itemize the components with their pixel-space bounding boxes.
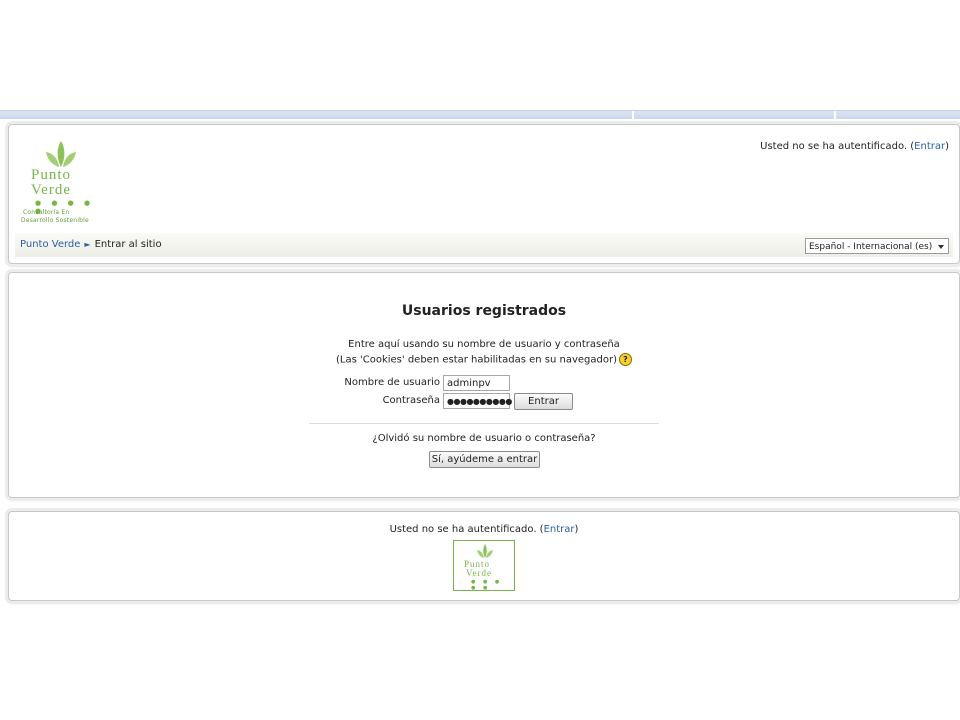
username-label: Nombre de usuario (344, 377, 440, 388)
login-status: Usted no se ha autentificado. (Entrar) (760, 141, 949, 152)
logo-word-2: Verde (31, 182, 71, 198)
breadcrumb-separator-icon: ► (84, 240, 91, 249)
login-title: Usuarios registrados (401, 303, 567, 319)
strip-tick (632, 111, 634, 119)
footer-login-link[interactable]: Entrar (544, 524, 575, 535)
navbar: Punto Verde ► Entrar al sitio Español - In… (15, 233, 953, 257)
login-description-1: Entre aquí usando su nombre de usuario y… (348, 339, 620, 350)
strip-tick (834, 111, 836, 119)
login-panel: Usuarios registrados Entre aquí usando s… (8, 272, 960, 498)
login-status-text: Usted no se ha autentificado. ( (760, 141, 915, 152)
help-icon[interactable]: ? (618, 353, 632, 366)
footer-logo[interactable]: Punto Verde ● ● ● ● ● (453, 540, 515, 591)
footer-login-status-text: Usted no se ha autentificado. ( (389, 524, 544, 535)
logo-word-1: Punto (31, 167, 72, 183)
breadcrumb-current: Entrar al sitio (94, 239, 162, 250)
footer-login-status-suffix: ) (574, 524, 579, 535)
login-submit-button[interactable]: Entrar (514, 393, 573, 410)
language-selected-value: Español - Internacional (es) (809, 242, 933, 252)
password-label: Contraseña (382, 395, 440, 406)
breadcrumb: Punto Verde ► Entrar al sitio (20, 239, 162, 250)
password-input[interactable]: ●●●●●●●●●● (443, 393, 512, 409)
leaf-icon (46, 141, 76, 167)
footer-logo-word-2: Verde (466, 568, 492, 578)
divider (309, 423, 659, 424)
footer-login-status: Usted no se ha autentificado. (Entrar) (9, 524, 959, 535)
forgot-password-button[interactable]: Sí, ayúdeme a entrar (429, 451, 540, 468)
leaf-icon (477, 544, 493, 558)
logo-tagline-2: Desarrollo Sostenible (21, 217, 89, 224)
site-logo[interactable]: Punto Verde ● ● ● ● ● Consultoría En Des… (21, 139, 101, 225)
cookies-note: (Las 'Cookies' deben estar habilitadas e… (336, 354, 617, 366)
page-header: Punto Verde ● ● ● ● ● Consultoría En Des… (8, 124, 960, 264)
username-input[interactable]: adminpv (443, 375, 510, 391)
footer-logo-dots: ● ● ● ● ● (471, 579, 503, 591)
forgot-password-text: ¿Olvidó su nombre de usuario o contraseñ… (372, 433, 596, 444)
login-status-suffix: ) (945, 141, 949, 152)
page-footer: Usted no se ha autentificado. (Entrar) P… (8, 511, 960, 601)
language-select[interactable]: Español - Internacional (es) (805, 238, 949, 254)
browser-top-strip (0, 110, 960, 119)
login-link[interactable]: Entrar (914, 141, 945, 152)
breadcrumb-home-link[interactable]: Punto Verde (20, 239, 80, 250)
logo-tagline-1: Consultoría En (23, 209, 70, 216)
chevron-down-icon (938, 245, 944, 249)
login-description-2: (Las 'Cookies' deben estar habilitadas e… (9, 353, 959, 366)
